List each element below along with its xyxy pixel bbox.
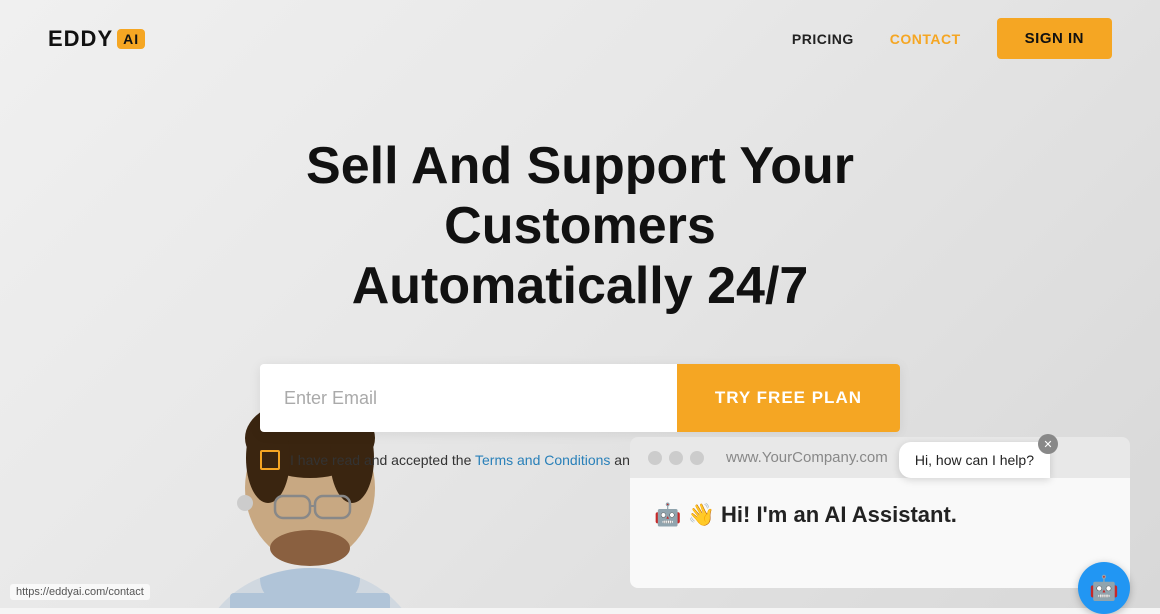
terms-link[interactable]: Terms and Conditions [475, 452, 610, 468]
dot-1 [648, 451, 662, 465]
logo: EDDY AI [48, 26, 145, 52]
signin-button[interactable]: SIGN IN [997, 18, 1112, 59]
terms-checkbox[interactable] [260, 450, 280, 470]
chat-panel: 🤖 👋 Hi! I'm an AI Assistant. Hi, how can… [630, 478, 1130, 588]
headline-line1: Sell And Support Your Customers [306, 137, 854, 255]
dot-3 [690, 451, 704, 465]
chat-widget-area: www.YourCompany.com 🤖 👋 Hi! I'm an AI As… [630, 437, 1130, 588]
chat-close-button[interactable]: ✕ [1038, 434, 1058, 454]
chat-bubble-text: Hi, how can I help? [915, 452, 1034, 468]
logo-eddy-text: EDDY [48, 26, 113, 52]
chat-bubble: Hi, how can I help? [899, 442, 1050, 478]
headline-line2: Automatically 24/7 [352, 257, 809, 315]
ai-greeting: 🤖 👋 Hi! I'm an AI Assistant. [654, 502, 1106, 528]
try-free-plan-button[interactable]: TRY FREE PLAN [677, 364, 900, 432]
dot-2 [669, 451, 683, 465]
logo-ai-box: AI [117, 29, 145, 49]
browser-dots [648, 451, 704, 465]
nav-contact[interactable]: CONTACT [890, 31, 961, 47]
email-input[interactable] [260, 364, 677, 432]
nav-pricing[interactable]: PRICING [792, 31, 854, 47]
main-content: Sell And Support Your Customers Automati… [0, 77, 1160, 470]
hero-headline: Sell And Support Your Customers Automati… [180, 137, 980, 316]
cta-row: TRY FREE PLAN [260, 364, 900, 432]
chat-launcher-button[interactable]: 🤖 [1078, 562, 1130, 614]
header: EDDY AI PRICING CONTACT SIGN IN [0, 0, 1160, 77]
main-nav: PRICING CONTACT SIGN IN [792, 18, 1112, 59]
browser-url: www.YourCompany.com [726, 449, 888, 466]
terms-before: I have read and accepted the [290, 452, 475, 468]
footer-link: https://eddyai.com/contact [10, 584, 150, 600]
